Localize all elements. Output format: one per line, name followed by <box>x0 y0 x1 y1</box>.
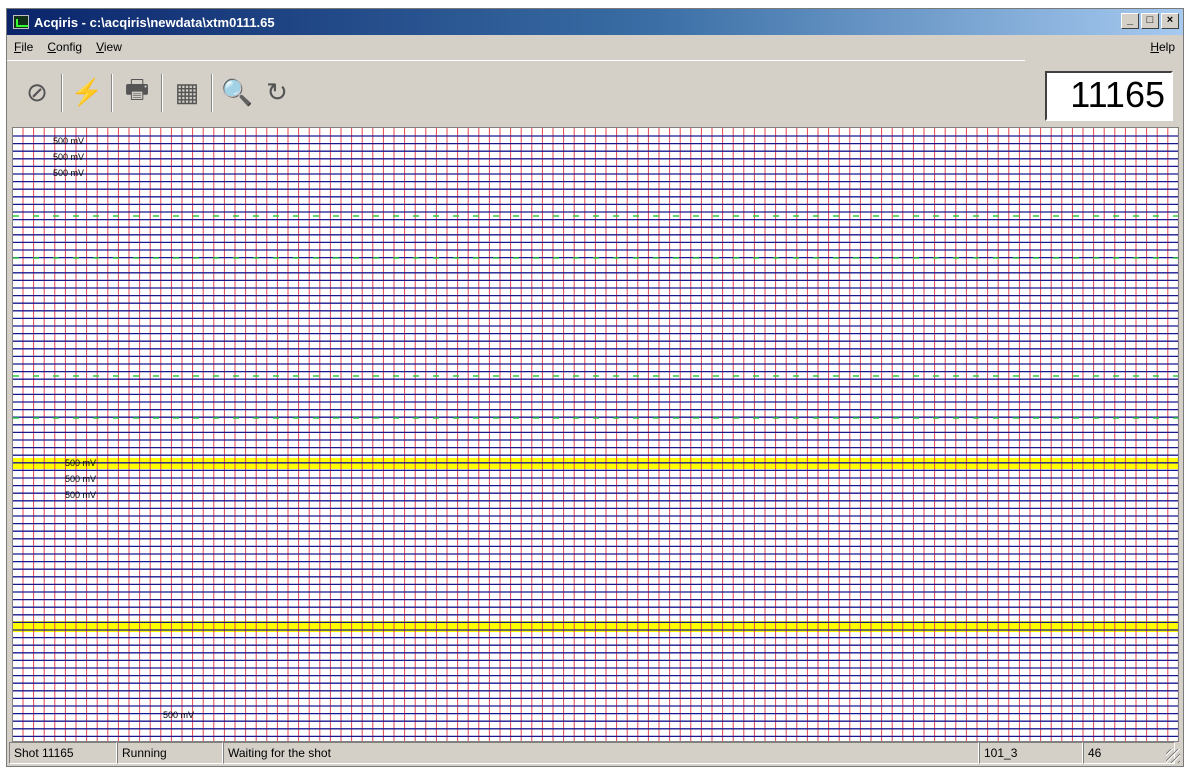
highlight-band <box>13 458 1178 469</box>
export-button[interactable]: ▦ <box>167 73 207 113</box>
window-title: Acqiris - c:\acqiris\newdata\xtm0111.65 <box>34 14 275 30</box>
channel-label: 500 mV <box>65 458 96 468</box>
waveform-display[interactable]: 500 mV 500 mV 500 mV 500 mV 500 mV 500 mV 500 … <box>12 127 1179 742</box>
toolbar-separator <box>211 73 213 112</box>
toolbar-separator <box>161 73 163 112</box>
waveform-canvas: 500 mV 500 mV 500 mV 500 mV 500 mV 500 mV 500 … <box>13 128 1178 741</box>
status-message: Waiting for the shot <box>223 742 979 764</box>
zoom-reset-icon: ↻ <box>266 77 288 107</box>
menu-bar: File Config View Help <box>7 37 1183 57</box>
channel-label: 500 mV <box>53 152 84 162</box>
menu-help[interactable]: Help <box>1143 40 1183 54</box>
channel-label: 500 mV <box>65 490 96 500</box>
export-icon: ▦ <box>174 77 200 107</box>
toolbar: ⊘ ⚡ 🖶 ▦ 🔍 ↻ <box>7 60 1025 124</box>
zoom-icon: 🔍 <box>220 77 254 107</box>
app-icon <box>13 15 29 29</box>
print-icon: 🖶 <box>124 73 150 104</box>
channel-label: 500 mV <box>53 136 84 146</box>
window-controls: _ □ × <box>1121 13 1179 29</box>
title-bar[interactable]: Acqiris - c:\acqiris\newdata\xtm0111.65 … <box>7 9 1183 35</box>
menu-file[interactable]: File <box>7 40 40 54</box>
zoom-button[interactable]: 🔍 <box>217 73 257 113</box>
minimize-button[interactable]: _ <box>1121 13 1139 29</box>
menu-view[interactable]: View <box>89 40 129 54</box>
toolbar-separator <box>61 73 63 112</box>
status-shot: Shot 11165 <box>9 742 117 764</box>
close-button[interactable]: × <box>1161 13 1179 29</box>
resize-grip[interactable] <box>1166 749 1180 763</box>
shot-counter: 11165 <box>1045 71 1173 121</box>
channel-label: 500 mV <box>65 474 96 484</box>
menu-config[interactable]: Config <box>40 40 89 54</box>
status-state: Running <box>117 742 223 764</box>
status-channel: 101_3 <box>979 742 1083 764</box>
status-bar: Shot 11165 Running Waiting for the shot … <box>9 742 1181 764</box>
status-count: 46 <box>1083 742 1175 764</box>
main-window: Acqiris - c:\acqiris\newdata\xtm0111.65 … <box>6 8 1184 767</box>
connect-icon: ⚡ <box>70 77 104 107</box>
print-button[interactable]: 🖶 <box>117 73 157 113</box>
channel-label: 500 mV <box>53 168 84 178</box>
bottom-scale-label: 500 mV <box>163 710 194 720</box>
stop-icon: ⊘ <box>26 77 48 107</box>
connect-button[interactable]: ⚡ <box>67 73 107 113</box>
zoom-reset-button[interactable]: ↻ <box>257 73 297 113</box>
stop-button[interactable]: ⊘ <box>17 73 57 113</box>
maximize-button[interactable]: □ <box>1141 13 1159 29</box>
toolbar-separator <box>111 73 113 112</box>
